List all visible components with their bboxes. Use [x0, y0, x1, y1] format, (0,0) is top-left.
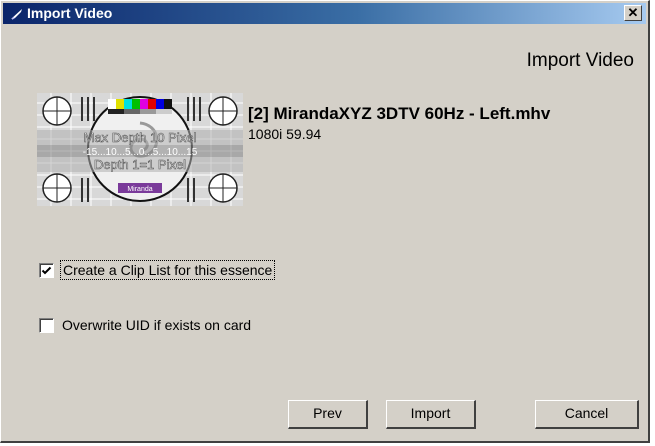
create-clip-list-label[interactable]: Create a Clip List for this essence	[59, 260, 276, 280]
clip-format: 1080i 59.94	[248, 126, 322, 142]
checkmark-icon	[41, 266, 52, 274]
title-bar[interactable]: Import Video ✕	[3, 3, 646, 24]
thumb-bottom-text: Depth 1=1 Pixel	[94, 157, 186, 172]
window-title: Import Video	[27, 5, 113, 21]
dialog-heading: Import Video	[526, 50, 634, 71]
close-icon: ✕	[627, 5, 639, 20]
clip-thumbnail: Max Depth 10 Pixel -15...10...5...0...5.…	[37, 93, 243, 206]
clip-name: [2] MirandaXYZ 3DTV 60Hz - Left.mhv	[248, 104, 551, 123]
create-clip-list-checkbox[interactable]	[39, 262, 54, 278]
app-icon	[11, 9, 22, 20]
cancel-button[interactable]: Cancel	[535, 400, 639, 429]
prev-button[interactable]: Prev	[288, 400, 368, 429]
thumb-logo-text: Miranda	[127, 186, 152, 193]
import-button[interactable]: Import	[386, 400, 476, 429]
overwrite-uid-checkbox[interactable]	[39, 317, 54, 333]
create-clip-list-option[interactable]: Create a Clip List for this essence	[39, 260, 276, 280]
overwrite-uid-option[interactable]: Overwrite UID if exists on card	[39, 317, 251, 333]
thumb-top-text: Max Depth 10 Pixel	[84, 130, 197, 145]
import-video-dialog: Import Video ✕ Import Video Max Depth 10…	[0, 0, 650, 443]
overwrite-uid-label[interactable]: Overwrite UID if exists on card	[62, 317, 251, 333]
close-button[interactable]: ✕	[624, 5, 642, 21]
